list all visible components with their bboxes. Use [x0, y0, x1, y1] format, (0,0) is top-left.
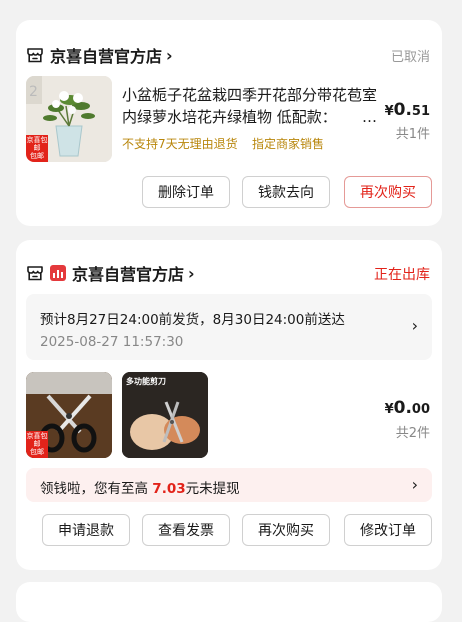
- cash-amount: 7.03: [152, 481, 186, 497]
- product-image[interactable]: 2 京喜包邮 包邮: [26, 76, 112, 162]
- chevron-right-icon: ›: [411, 475, 418, 494]
- order-card-1[interactable]: 京喜自营官方店 › 已取消 2 京喜包邮 包邮 小盆栀子花盆栽四季开花部分带花苞…: [16, 20, 442, 226]
- delete-order-button[interactable]: 删除订单: [142, 176, 230, 208]
- shop-name[interactable]: 京喜自营官方店: [72, 261, 184, 285]
- chevron-right-icon: ›: [411, 316, 418, 335]
- item-count: 共1件: [395, 127, 430, 142]
- order-price: ¥0.51: [384, 100, 430, 120]
- order-card-3[interactable]: [16, 582, 442, 622]
- order-status: 已取消: [390, 50, 430, 65]
- cash-banner-text: 领钱啦，您有至高 7.03元未提现: [40, 481, 240, 497]
- order-card-2[interactable]: 京喜自营官方店 › 正在出库 预计8月27日24:00前发货，8月30日24:0…: [16, 240, 442, 570]
- shop-header[interactable]: 京喜自营官方店 ›: [26, 262, 195, 284]
- product-image-label: 多功能剪刀: [126, 377, 166, 386]
- chevron-right-icon: ›: [188, 263, 195, 283]
- delivery-estimate: 预计8月27日24:00前发货，8月30日24:00前送达: [40, 312, 345, 328]
- shop-header[interactable]: 京喜自营官方店 ›: [26, 44, 173, 66]
- cash-withdraw-banner[interactable]: 领钱啦，您有至高 7.03元未提现 ›: [26, 468, 432, 502]
- product-title[interactable]: 小盆栀子花盆栽四季开花部分带花苞室内绿萝水培花卉绿植物 低配款：: [122, 84, 378, 128]
- view-invoice-button[interactable]: 查看发票: [142, 514, 230, 546]
- order-price: ¥0.00: [384, 398, 430, 418]
- chevron-right-icon: ›: [166, 45, 173, 65]
- modify-order-button[interactable]: 修改订单: [344, 514, 432, 546]
- delivery-info[interactable]: 预计8月27日24:00前发货，8月30日24:00前送达 2025-08-27…: [26, 294, 432, 360]
- store-icon: [27, 266, 43, 281]
- shop-name[interactable]: 京喜自营官方店: [50, 43, 162, 67]
- free-shipping-tag: 京喜包邮 包邮: [26, 135, 48, 162]
- money-flow-button[interactable]: 钱款去向: [242, 176, 330, 208]
- rebuy-button[interactable]: 再次购买: [344, 176, 432, 208]
- store-icon: [27, 48, 43, 63]
- product-image[interactable]: 京喜包邮 包邮: [26, 372, 112, 458]
- product-image-2[interactable]: 多功能剪刀: [122, 372, 208, 458]
- item-count: 共2件: [395, 426, 430, 441]
- rebuy-button[interactable]: 再次购买: [242, 514, 330, 546]
- jd-logo-icon: [50, 265, 66, 281]
- free-shipping-tag: 京喜包邮 包邮: [26, 431, 48, 458]
- order-status: 正在出库: [374, 267, 430, 283]
- order-time: 2025-08-27 11:57:30: [40, 334, 184, 350]
- designated-seller-note: 指定商家销售: [252, 137, 325, 151]
- no-return-note: 不支持7天无理由退货: [122, 137, 238, 151]
- svg-text:2: 2: [29, 84, 38, 100]
- request-refund-button[interactable]: 申请退款: [42, 514, 130, 546]
- title-ellipsis: …: [362, 106, 377, 128]
